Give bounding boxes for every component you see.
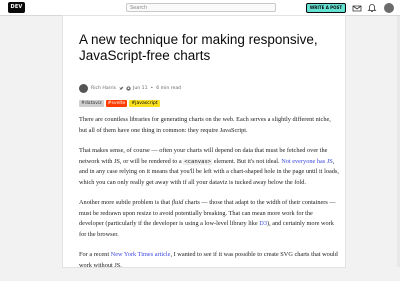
tag-list: #dataviz #svelte #javascript bbox=[79, 100, 160, 107]
tag-javascript[interactable]: #javascript bbox=[129, 100, 160, 107]
link-not-everyone-has-js[interactable]: Not everyone has JS bbox=[281, 158, 333, 165]
separator: • bbox=[150, 85, 154, 91]
search-input[interactable]: Search bbox=[126, 3, 276, 12]
article-card: A new technique for making responsive, J… bbox=[63, 16, 345, 269]
paragraph: There are countless libraries for genera… bbox=[79, 116, 331, 134]
author-avatar[interactable] bbox=[79, 83, 88, 93]
connect-icon[interactable] bbox=[352, 3, 362, 13]
article-meta: Rich Harris Jun 11 • 6 min read bbox=[79, 83, 181, 93]
inline-code: <canvas> bbox=[183, 158, 213, 165]
paragraph: Another more subtle problem is that flui… bbox=[79, 199, 336, 238]
article-title: A new technique for making responsive, J… bbox=[79, 32, 318, 63]
top-nav-bar: DEV Search WRITE A POST bbox=[0, 0, 400, 16]
paragraph: For a recent New York Times article, I w… bbox=[79, 251, 338, 269]
tag-svelte[interactable]: #svelte bbox=[105, 100, 128, 107]
paragraph: That makes sense, of course — often your… bbox=[79, 147, 339, 186]
link-nyt-article[interactable]: New York Times article bbox=[111, 251, 171, 258]
twitter-icon[interactable] bbox=[119, 86, 124, 91]
notification-bell-icon[interactable] bbox=[367, 3, 377, 13]
user-avatar[interactable] bbox=[384, 3, 394, 13]
link-d3[interactable]: D3 bbox=[259, 220, 267, 227]
author-name[interactable]: Rich Harris bbox=[91, 86, 116, 91]
tag-dataviz[interactable]: #dataviz bbox=[79, 100, 104, 107]
write-post-button[interactable]: WRITE A POST bbox=[306, 3, 346, 13]
article-body: There are countless libraries for genera… bbox=[79, 115, 339, 281]
github-icon[interactable] bbox=[126, 85, 131, 91]
article-date: Jun 11 bbox=[133, 85, 148, 91]
read-time: 6 min read bbox=[156, 85, 182, 91]
dev-logo[interactable]: DEV bbox=[8, 2, 25, 13]
